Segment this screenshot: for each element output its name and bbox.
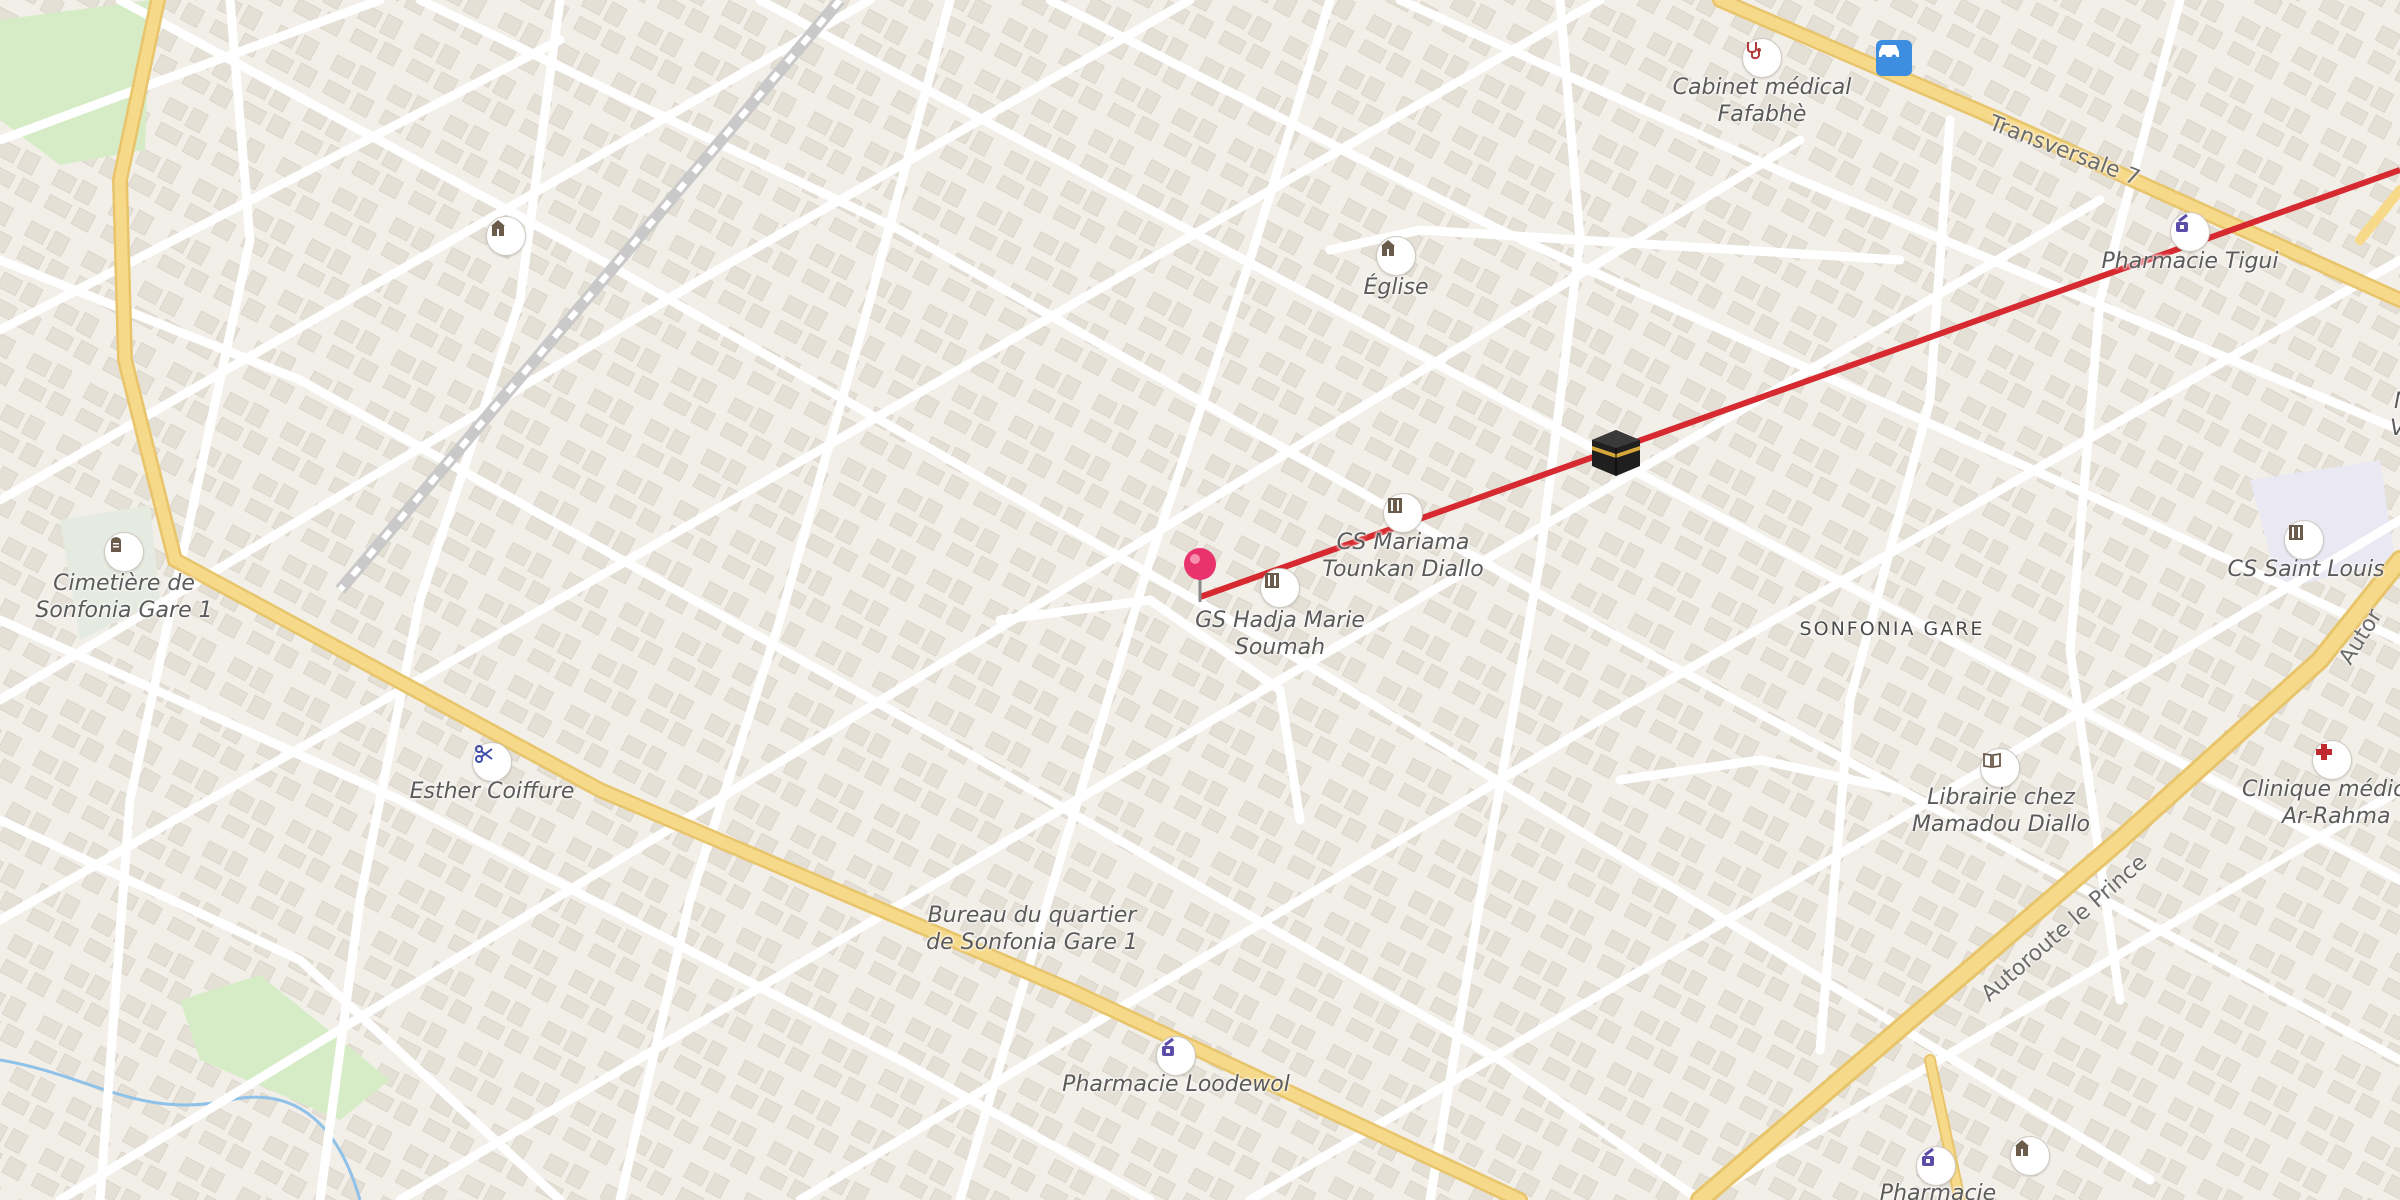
poi-label-librairie: Librairie chez Mamadou Diallo (1912, 785, 2090, 837)
school-icon[interactable] (1260, 568, 1300, 608)
stethoscope-icon[interactable] (1742, 38, 1782, 78)
school-icon[interactable] (2284, 520, 2324, 560)
poi-label-cs-mariama: CS Mariama Tounkan Diallo (1322, 530, 1484, 582)
poi-label-gs-hadja: GS Hadja Marie Soumah (1195, 608, 1365, 660)
poi-label-pharmacie-tigui: Pharmacie Tigui (2101, 249, 2279, 274)
scissors-icon[interactable] (472, 742, 512, 782)
poi-label-cimetiere: Cimetière de Sonfonia Gare 1 (35, 571, 213, 623)
poi-label-nb-edge: NBVIS (2390, 388, 2400, 442)
poi-label-bureau: Bureau du quartier de Sonfonia Gare 1 (926, 903, 1138, 955)
kaaba-icon[interactable] (1588, 426, 1644, 478)
poi-label-clinique: Clinique médicaAr-Rahma (2242, 777, 2400, 829)
map-pin-icon[interactable] (1182, 546, 1218, 606)
parking-icon[interactable] (1876, 40, 1912, 76)
church-icon[interactable] (1376, 236, 1416, 276)
map-view[interactable]: Transversale 7 Autoroute le Prince Autor… (0, 0, 2400, 1200)
book-icon[interactable] (1980, 748, 2020, 788)
pharmacy-icon[interactable] (1156, 1036, 1196, 1076)
poi-label-cabinet: Cabinet médical Fafabhè (1672, 75, 1852, 127)
church-icon[interactable] (2010, 1136, 2050, 1176)
school-icon[interactable] (1383, 493, 1423, 533)
poi-label-eglise: Église (1363, 275, 1429, 300)
cemetery-icon[interactable] (104, 532, 144, 572)
medical-cross-icon[interactable] (2312, 740, 2352, 780)
poi-label-pharmacie-loodewol: Pharmacie Loodewol (1062, 1072, 1290, 1097)
district-label: SONFONIA GARE (1799, 618, 1985, 640)
poi-label-cs-saint-louis: CS Saint Louis (2227, 557, 2385, 582)
pharmacy-icon[interactable] (2170, 212, 2210, 252)
church-icon[interactable] (486, 216, 526, 256)
poi-label-esther: Esther Coiffure (409, 779, 575, 804)
poi-label-pharmacie-bottom: Pharmacie (1879, 1181, 1997, 1200)
